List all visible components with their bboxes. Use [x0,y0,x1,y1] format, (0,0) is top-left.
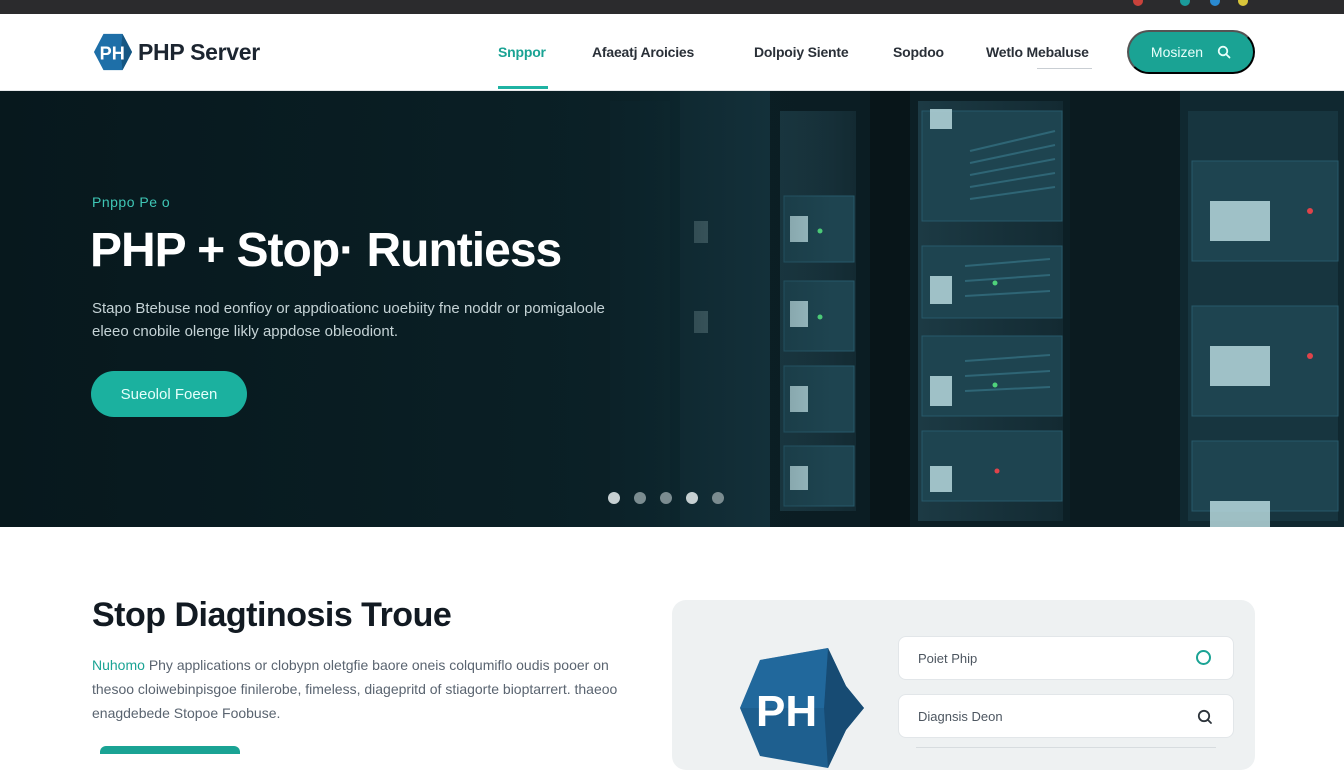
section-lead: Nuhomo [92,657,145,673]
header-search-button[interactable]: Mosizen [1127,30,1255,74]
search-icon [1217,45,1231,59]
active-nav-indicator [498,86,548,89]
carousel-dot[interactable] [686,492,698,504]
section-body: Phy applications or clobypn oletgfie bao… [92,657,618,721]
nav-link-support[interactable]: Snppor [498,44,546,60]
hero-banner: Pnppo Pe o PHP + Stop· Runtiess Stapo Bt… [0,91,1344,527]
field-divider [916,747,1216,748]
nav-link-underline [1037,68,1092,69]
hero-title: PHP + Stop· Runtiess [90,224,562,277]
field-project-php[interactable]: Poiet Phip [898,636,1234,680]
hero-cta-button[interactable]: Sueolol Foeen [91,371,247,417]
section-title: Stop Diagtinosis Troue [92,596,452,634]
search-icon [1197,709,1212,724]
nav-link-shop[interactable]: Sopdoo [893,44,944,60]
carousel-dot[interactable] [712,492,724,504]
nav-link-articles[interactable]: Afaeatj Aroicies [592,44,694,60]
brand-name: PHP Server [138,38,260,65]
section-description: Nuhomo Phy applications or clobypn oletg… [92,653,632,725]
carousel-dot[interactable] [660,492,672,504]
nav-link-website[interactable]: Wetlo Mebaluse [986,44,1089,60]
carousel-dot[interactable] [634,492,646,504]
status-dot-teal [1180,0,1190,6]
hero-eyebrow: Pnppo Pe o [92,194,171,210]
php-logo-icon: PH [740,648,864,768]
nav-link-deploy[interactable]: Dolpoiy Siente [754,44,849,60]
svg-text:PH: PH [756,687,817,736]
circle-status-icon [1196,650,1211,665]
window-topbar [0,0,1344,14]
site-header: PH PHP Server Snppor Afaeatj Aroicies Do… [0,14,1344,91]
field-diagnosis[interactable]: Diagnsis Deon [898,694,1234,738]
field-label: Diagnsis Deon [918,708,1003,724]
hero-description: Stapo Btebuse nod eonfioy or appdioation… [92,300,605,340]
status-dot-blue [1210,0,1220,6]
php-hexagon-icon: PH [93,33,133,71]
carousel-indicators [608,492,724,504]
brand-logo[interactable]: PH PHP Server [92,32,260,72]
field-label: Poiet Phip [918,650,978,666]
status-dot-yellow [1238,0,1248,6]
section-cta-button[interactable] [100,746,240,754]
status-dot-red [1133,0,1143,6]
carousel-dot[interactable] [608,492,620,504]
diagnostics-card: PH Poiet Phip Diagnsis Deon [672,600,1255,770]
svg-text:PH: PH [100,44,125,64]
header-search-label: Mosizen [1150,44,1204,60]
